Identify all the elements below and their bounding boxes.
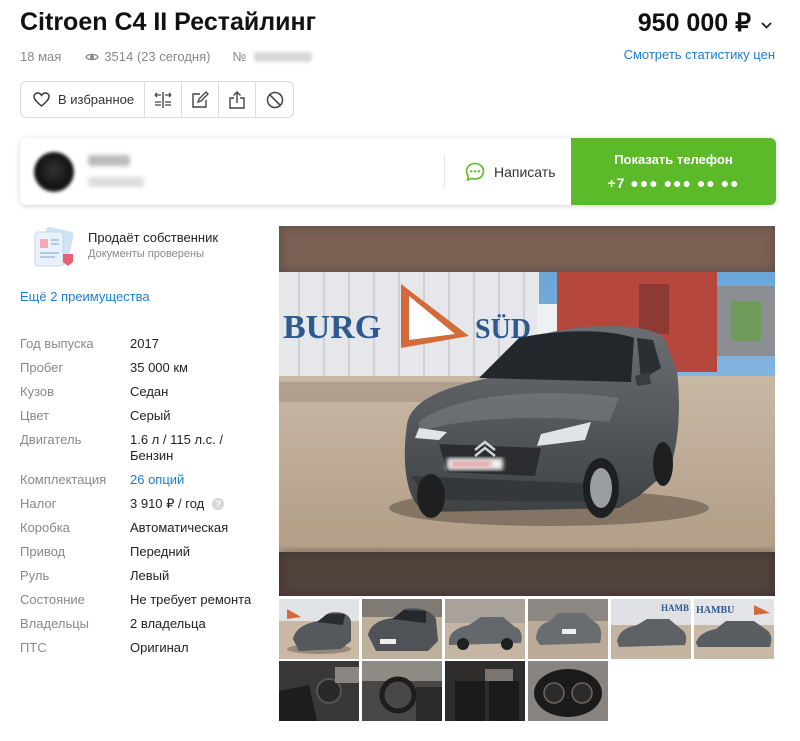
spec-row: Коробка Автоматическая	[20, 520, 265, 536]
price-stats-link[interactable]: Смотреть статистику цен	[624, 47, 775, 62]
thumbnail[interactable]	[279, 599, 359, 659]
spec-key: Руль	[20, 568, 50, 583]
divider	[444, 155, 445, 187]
seller-avatar[interactable]	[34, 152, 74, 192]
thumbnail[interactable]: HAMB	[611, 599, 691, 659]
spec-value: 2 владельца	[130, 616, 206, 631]
spec-key: Налог	[20, 496, 57, 511]
spec-row: Цвет Серый	[20, 408, 265, 424]
spec-key: Год выпуска	[20, 336, 94, 351]
favorite-label: В избранное	[58, 92, 135, 107]
spec-value: Автоматическая	[130, 520, 229, 535]
spec-row: Состояние Не требует ремонта	[20, 592, 265, 608]
spec-value: Передний	[130, 544, 191, 559]
spec-key: Кузов	[20, 384, 55, 399]
write-label: Написать	[494, 163, 556, 180]
listing-title: Citroen C4 II Рестайлинг	[20, 8, 316, 36]
thumbnail[interactable]	[528, 599, 608, 659]
show-phone-button[interactable]: Показать телефон +7 ●●● ●●● ●● ●●	[571, 138, 776, 205]
spec-row: ПТС Оригинал	[20, 640, 265, 656]
views-counter: 3514 (23 сегодня)	[85, 49, 210, 64]
spec-row: Пробег 35 000 км	[20, 360, 265, 376]
spec-key: Комплектация	[20, 472, 107, 487]
owner-title: Продаёт собственник	[88, 230, 219, 245]
thumbnail[interactable]	[445, 661, 525, 721]
thumbnail[interactable]	[279, 661, 359, 721]
thumbnail[interactable]: HAMBU	[694, 599, 774, 659]
banner-text-left: BURG	[283, 309, 381, 346]
spec-row: Налог 3 910 ₽ / год?	[20, 496, 265, 512]
fuel-value: Бензин	[130, 448, 174, 463]
spec-key: Пробег	[20, 360, 64, 375]
spec-row: Комплектация 26 опций	[20, 472, 265, 488]
spec-key: Цвет	[20, 408, 50, 423]
note-icon	[191, 91, 209, 108]
phone-masked: +7 ●●● ●●● ●● ●●	[607, 175, 740, 191]
compare-button[interactable]	[145, 82, 183, 117]
spec-row: Год выпуска 2017	[20, 336, 265, 352]
help-icon[interactable]: ?	[212, 498, 225, 510]
spec-row: Привод Передний	[20, 544, 265, 560]
listing-number-blurred	[254, 51, 313, 62]
thumbnail[interactable]	[445, 599, 525, 659]
listing-date: 18 мая	[20, 49, 62, 64]
tax-value: 3 910 ₽ / год	[130, 496, 205, 511]
engine-value: 1.6 л / 115 л.с. /	[130, 432, 223, 447]
spec-key: Двигатель	[20, 432, 82, 447]
spec-row: Двигатель 1.6 л / 115 л.с. / Бензин	[20, 432, 265, 464]
spec-row: Владельцы 2 владельца	[20, 616, 265, 632]
spec-row: Руль Левый	[20, 568, 265, 584]
options-link[interactable]: 26 опций	[130, 472, 184, 488]
show-phone-label: Показать телефон	[614, 152, 733, 167]
price: 950 000 ₽	[637, 9, 751, 37]
spec-value: Левый	[130, 568, 170, 583]
spec-value: 1.6 л / 115 л.с. / Бензин	[130, 432, 223, 464]
share-button[interactable]	[219, 82, 257, 117]
svg-text:HAMBU: HAMBU	[696, 605, 734, 616]
compare-icon	[154, 91, 172, 108]
spec-value: Оригинал	[130, 640, 189, 655]
spec-key: Коробка	[20, 520, 70, 535]
thumbnail[interactable]	[528, 661, 608, 721]
main-photo[interactable]: BURG SÜD	[279, 226, 775, 596]
thumbnail[interactable]	[362, 661, 442, 721]
seller-card: Написать Показать телефон +7 ●●● ●●● ●● …	[20, 138, 776, 205]
documents-verified-icon	[34, 227, 74, 267]
seller-name-blurred[interactable]	[88, 155, 130, 166]
write-message-button[interactable]: Написать	[465, 138, 555, 205]
chevron-down-icon	[761, 21, 772, 29]
note-button[interactable]	[182, 82, 220, 117]
number-prefix: №	[232, 49, 247, 64]
chat-bubble-icon	[465, 162, 485, 181]
spec-key: ПТС	[20, 640, 47, 655]
listing-meta: 18 мая 3514 (23 сегодня) №	[20, 49, 313, 64]
spec-row: Кузов Седан	[20, 384, 265, 400]
spec-key: Привод	[20, 544, 66, 559]
spec-key: Владельцы	[20, 616, 90, 631]
spec-value: Не требует ремонта	[130, 592, 252, 607]
listing-number: №	[232, 49, 313, 64]
more-advantages-link[interactable]: Ещё 2 преимущества	[20, 289, 150, 304]
eye-icon	[85, 53, 100, 60]
spec-value: Серый	[130, 408, 171, 423]
spec-value: 2017	[130, 336, 159, 351]
car-photo-image: BURG SÜD	[279, 226, 775, 596]
owner-subtitle: Документы проверены	[88, 248, 205, 260]
share-icon	[229, 90, 245, 109]
action-bar: В избранное	[20, 81, 295, 118]
specs-list: Год выпуска 2017 Пробег 35 000 км Кузов Сед…	[20, 336, 265, 664]
thumbnail[interactable]	[362, 599, 442, 659]
spec-value: 35 000 км	[130, 360, 188, 375]
favorite-button[interactable]: В избранное	[21, 82, 146, 117]
spec-value: 3 910 ₽ / год?	[130, 496, 225, 512]
block-button[interactable]	[256, 82, 293, 117]
heart-icon	[33, 92, 50, 107]
spec-key: Состояние	[20, 592, 85, 607]
price-dropdown[interactable]: 950 000 ₽	[638, 8, 772, 38]
views-text: 3514 (23 сегодня)	[104, 49, 211, 64]
spec-value: Седан	[130, 384, 169, 399]
svg-text:HAMB: HAMB	[661, 603, 689, 613]
block-icon	[266, 91, 283, 108]
seller-location-blurred	[88, 177, 144, 187]
